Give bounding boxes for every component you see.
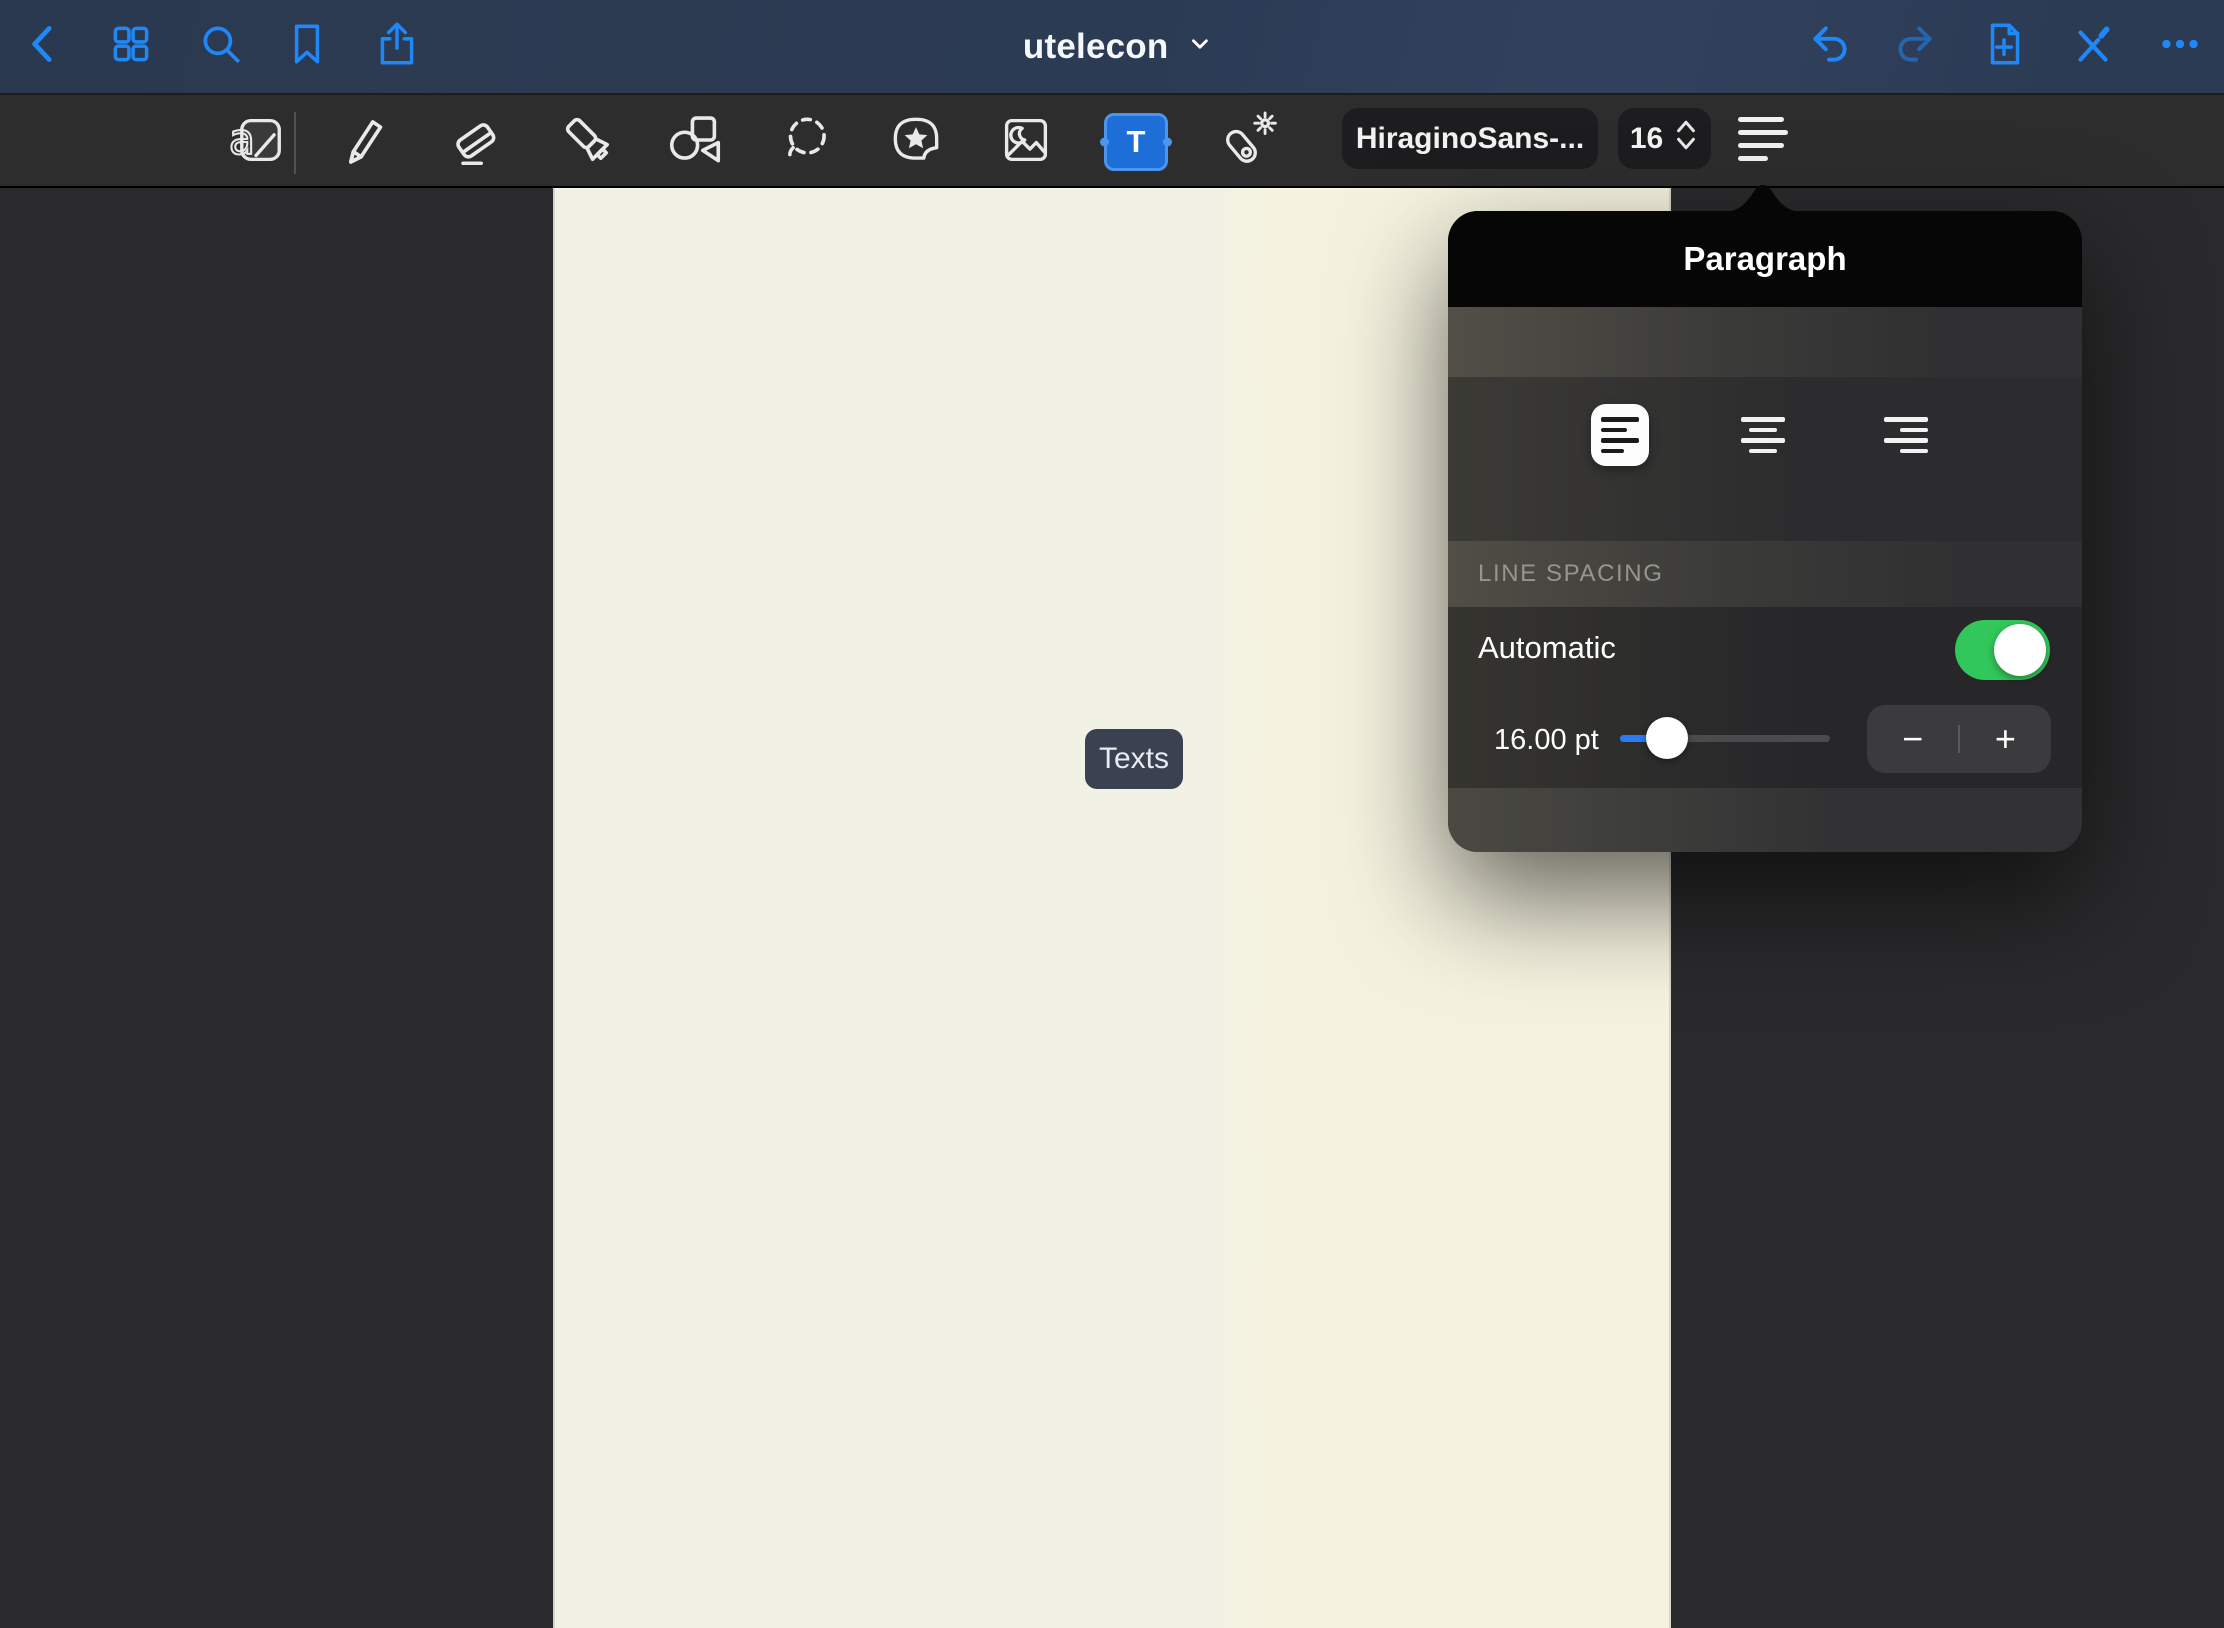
- eraser-icon: [445, 109, 507, 176]
- popover-title: Paragraph: [1683, 240, 1846, 278]
- page-overview-button[interactable]: [101, 16, 161, 76]
- app-window: utelecon a: [0, 0, 2224, 1628]
- lasso-icon: [775, 109, 837, 176]
- text-tool-glyph: T: [1127, 124, 1146, 160]
- align-bar: [1738, 130, 1788, 135]
- font-size-button[interactable]: 16: [1618, 108, 1711, 169]
- image-icon: [995, 109, 1057, 176]
- elements-sticker-icon: [885, 109, 947, 176]
- back-icon: [19, 19, 69, 74]
- image-tool-button[interactable]: [984, 102, 1068, 182]
- document-canvas[interactable]: Texts Paragraph: [0, 188, 2224, 1628]
- font-size-value: 16: [1630, 122, 1663, 156]
- eraser-tool-button[interactable]: [434, 102, 518, 182]
- pen-cross-icon: [2067, 19, 2117, 74]
- document-title-button[interactable]: utelecon: [1023, 0, 1213, 93]
- shapes-tool-button[interactable]: [653, 102, 737, 182]
- font-family-label: HiraginoSans-...: [1356, 122, 1584, 156]
- more-options-button[interactable]: [2150, 16, 2210, 76]
- selection-handle-right: [1163, 138, 1172, 147]
- automatic-toggle[interactable]: [1955, 620, 2050, 680]
- lasso-tool-button[interactable]: [764, 102, 848, 182]
- size-stepper-chevrons-icon: [1673, 118, 1699, 160]
- grid-overview-icon: [106, 19, 156, 74]
- line-spacing-header-band: LINE SPACING: [1448, 541, 2082, 607]
- bookmark-button[interactable]: [277, 16, 337, 76]
- bookmark-icon: [282, 19, 332, 74]
- texts-tooltip-label: Texts: [1099, 742, 1169, 776]
- document-title: utelecon: [1023, 27, 1169, 67]
- ellipsis-icon: [2155, 19, 2205, 74]
- laser-pointer-icon: [1216, 109, 1278, 176]
- highlighter-icon: [557, 109, 619, 176]
- align-left-button[interactable]: [1591, 404, 1649, 466]
- undo-icon: [1805, 19, 1855, 74]
- popover-spacer: [1448, 307, 2082, 377]
- align-bar: [1738, 117, 1784, 122]
- paragraph-popover: Paragraph: [1448, 211, 2082, 852]
- navigation-bar: utelecon: [0, 0, 2224, 93]
- shapes-icon: [664, 109, 726, 176]
- align-center-icon: [1741, 417, 1785, 453]
- title-chevron-down-icon: [1186, 31, 1212, 62]
- spacing-value-label: 16.00 pt: [1494, 724, 1599, 757]
- spacing-plus-button[interactable]: +: [1960, 705, 2051, 773]
- popover-footer: [1448, 788, 2082, 852]
- undo-button[interactable]: [1800, 16, 1860, 76]
- laser-pointer-tool-button[interactable]: [1205, 102, 1289, 182]
- back-button[interactable]: [14, 16, 74, 76]
- handwriting-tool-button[interactable]: a: [214, 102, 298, 182]
- tools-toolbar: a T Hiragino: [0, 93, 2224, 186]
- align-left-icon: [1601, 417, 1639, 453]
- search-button[interactable]: [191, 16, 251, 76]
- align-right-icon: [1884, 417, 1928, 453]
- share-button[interactable]: [367, 16, 427, 76]
- line-spacing-slider[interactable]: [1620, 735, 1830, 742]
- popover-header: Paragraph: [1448, 211, 2082, 307]
- align-right-button[interactable]: [1877, 404, 1935, 466]
- paragraph-alignment-button[interactable]: [1738, 117, 1788, 161]
- align-bar: [1738, 156, 1768, 161]
- spacing-stepper: − +: [1867, 705, 2051, 773]
- add-page-icon: [1979, 19, 2029, 74]
- spacing-minus-button[interactable]: −: [1867, 705, 1958, 773]
- pen-icon: [334, 109, 396, 176]
- selection-handle-left: [1100, 138, 1109, 147]
- text-tool-button-selected[interactable]: T: [1104, 113, 1168, 171]
- search-icon: [196, 19, 246, 74]
- stop-editing-button[interactable]: [2062, 16, 2122, 76]
- font-family-button[interactable]: HiraginoSans-...: [1342, 108, 1598, 169]
- slider-knob[interactable]: [1646, 717, 1688, 759]
- pen-tool-button[interactable]: [323, 102, 407, 182]
- redo-icon: [1890, 19, 1940, 74]
- toolbar-divider: [294, 112, 296, 174]
- highlighter-tool-button[interactable]: [546, 102, 630, 182]
- automatic-label: Automatic: [1478, 630, 1616, 666]
- line-spacing-section-label: LINE SPACING: [1478, 560, 1663, 588]
- popover-arrow: [1723, 185, 1803, 212]
- align-bar: [1738, 143, 1784, 148]
- texts-tooltip: Texts: [1085, 729, 1183, 789]
- elements-tool-button[interactable]: [874, 102, 958, 182]
- add-page-button[interactable]: [1974, 16, 2034, 76]
- alignment-section: [1448, 377, 2082, 541]
- line-spacing-controls: Automatic 16.00 pt − +: [1448, 607, 2082, 788]
- align-center-button[interactable]: [1734, 404, 1792, 466]
- toggle-knob: [1994, 624, 2046, 676]
- share-icon: [372, 19, 422, 74]
- redo-button[interactable]: [1885, 16, 1945, 76]
- handwriting-icon: a: [225, 109, 287, 176]
- svg-text:a: a: [229, 115, 255, 165]
